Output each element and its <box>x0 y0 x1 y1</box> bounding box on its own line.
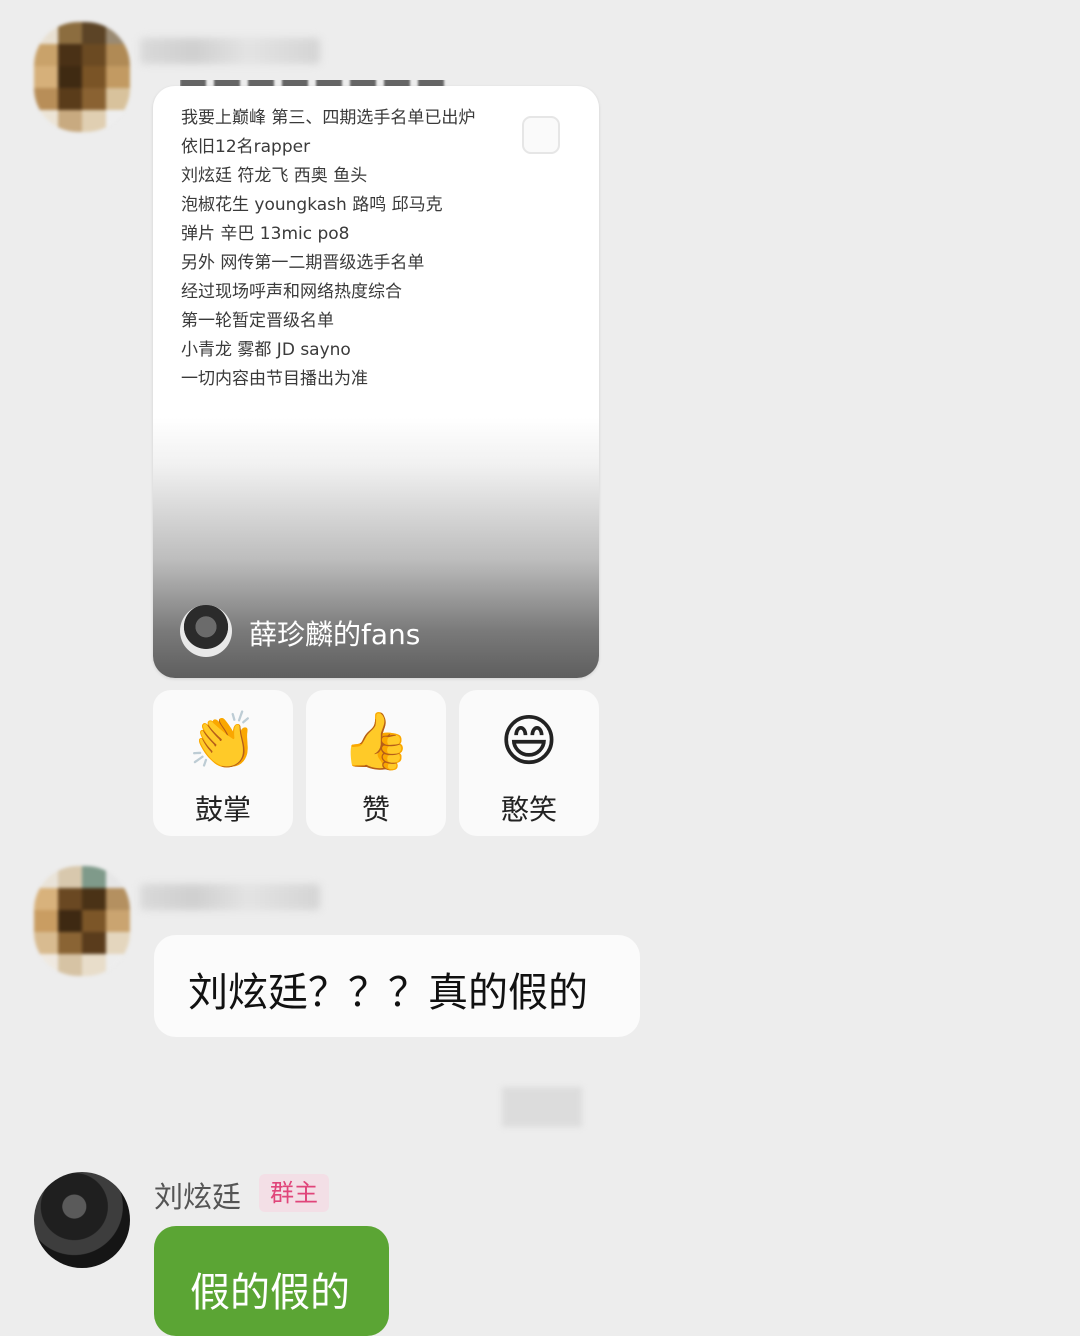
card-line: 经过现场呼声和网络热度综合 <box>181 282 402 302</box>
reaction-label: 憨笑 <box>500 793 557 826</box>
reaction-label: 鼓掌 <box>194 793 251 826</box>
reaction-clap-button[interactable]: 👏 鼓掌 <box>153 690 293 836</box>
reaction-like-button[interactable]: 👍 赞 <box>306 690 446 836</box>
card-corner-icon <box>522 116 560 154</box>
message-text: 刘炫廷？？？真的假的 <box>188 970 588 1016</box>
grin-icon: 😄 <box>499 708 559 774</box>
card-text: 我要上巅峰 第三、四期选手名单已出炉 依旧12名rapper 刘炫廷 符龙飞 西… <box>181 104 581 394</box>
shared-card[interactable]: 我要上巅峰 第三、四期选手名单已出炉 依旧12名rapper 刘炫廷 符龙飞 西… <box>153 86 599 678</box>
reaction-grin-button[interactable]: 😄 憨笑 <box>459 690 599 836</box>
sender-name-blurred <box>140 38 320 64</box>
card-line: 弹片 辛巴 13mic po8 <box>181 224 350 244</box>
owner-badge: 群主 <box>259 1174 329 1212</box>
avatar-blurred[interactable] <box>34 22 130 132</box>
card-line: 刘炫廷 符龙飞 西奥 鱼头 <box>181 166 368 186</box>
message-bubble[interactable]: 刘炫廷？？？真的假的 <box>154 935 640 1037</box>
avatar[interactable] <box>34 1172 130 1268</box>
card-line: 第一轮暂定晋级名单 <box>181 311 334 331</box>
sender-name-blurred <box>140 884 320 910</box>
avatar-blurred[interactable] <box>34 866 130 976</box>
card-author-name: 薛珍麟的fans <box>249 618 421 651</box>
thumbs-up-icon: 👍 <box>341 709 411 774</box>
sender-name: 刘炫廷 <box>154 1180 242 1214</box>
card-line: 一切内容由节目播出为准 <box>181 369 368 389</box>
message-text: 假的假的 <box>190 1270 350 1316</box>
clap-icon: 👏 <box>188 709 258 774</box>
card-title-cut <box>180 80 450 88</box>
card-line: 小青龙 雾都 JD sayno <box>181 340 351 360</box>
card-line: 依旧12名rapper <box>181 137 311 157</box>
card-author-avatar <box>180 605 232 657</box>
card-line: 另外 网传第一二期晋级选手名单 <box>181 253 425 273</box>
card-line: 我要上巅峰 第三、四期选手名单已出炉 <box>181 108 476 128</box>
reaction-label: 赞 <box>361 793 390 826</box>
timestamp-blurred <box>502 1087 582 1127</box>
card-line: 泡椒花生 youngkash 路鸣 邱马克 <box>181 195 443 215</box>
